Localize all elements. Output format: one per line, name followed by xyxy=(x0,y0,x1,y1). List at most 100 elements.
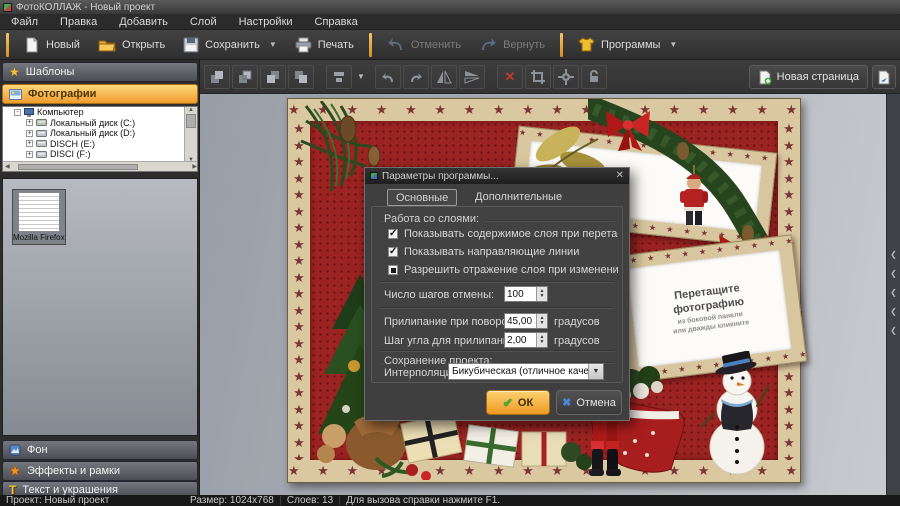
flip-horizontal-button[interactable] xyxy=(431,65,457,89)
menu-help[interactable]: Справка xyxy=(304,16,369,28)
tab-general[interactable]: Основные xyxy=(387,189,457,206)
menu-edit[interactable]: Правка xyxy=(49,16,108,28)
menu-settings[interactable]: Настройки xyxy=(228,16,304,28)
tree-item-disk-f[interactable]: + DISCI (F:) xyxy=(3,149,197,160)
save-button[interactable]: Сохранить ▼ xyxy=(174,34,286,56)
undo-steps-input[interactable] xyxy=(505,287,536,301)
checkbox-unchecked-icon[interactable] xyxy=(388,265,398,275)
spinner-arrows-icon[interactable]: ▲▼ xyxy=(536,287,547,301)
menu-file[interactable]: Файл xyxy=(0,16,49,28)
status-bar: Проект: Новый проект Размер: 1024x768 Сл… xyxy=(0,495,900,506)
sidebar-section-photos[interactable]: Фотографии xyxy=(2,84,198,104)
checkbox-row-guides[interactable]: Показывать направляющие линии xyxy=(388,246,618,258)
separator-line xyxy=(380,281,614,283)
undo-steps-spinner[interactable]: ▲▼ xyxy=(504,286,548,302)
checkbox-row-drag[interactable]: Показывать содержимое слоя при перетаски… xyxy=(388,228,618,240)
rotate-left-button[interactable] xyxy=(375,65,401,89)
blue-x-icon: ✖ xyxy=(562,396,571,409)
scroll-thumb[interactable] xyxy=(186,114,196,128)
tree-item-computer[interactable]: - Компьютер xyxy=(3,107,197,118)
nutcracker-layer[interactable] xyxy=(587,415,623,477)
page-blue-arrow-icon xyxy=(877,70,891,85)
redo-button[interactable]: Вернуть xyxy=(470,34,554,55)
new-page-icon xyxy=(758,70,772,85)
checkbox-row-mirror[interactable]: Разрешить отражение слоя при изменении е… xyxy=(388,264,618,276)
checkbox-checked-icon[interactable] xyxy=(388,229,398,239)
snap-angle-input[interactable] xyxy=(505,333,536,347)
layer-settings-button[interactable] xyxy=(553,65,579,89)
bring-to-front-button[interactable] xyxy=(204,65,230,89)
menu-layer[interactable]: Слой xyxy=(179,16,228,28)
collapse-icon[interactable]: - xyxy=(14,109,21,116)
status-layers: Слоев: 13 xyxy=(281,495,339,506)
expand-icon[interactable]: + xyxy=(26,119,33,126)
tree-horizontal-scrollbar[interactable]: ◀▶ xyxy=(3,161,198,171)
group-layers: Работа со слоями: xyxy=(382,213,612,225)
open-button[interactable]: Открыть xyxy=(89,34,174,56)
cancel-button[interactable]: ✖ Отмена xyxy=(556,390,622,415)
toolbar-separator xyxy=(369,33,372,57)
align-button[interactable] xyxy=(326,65,352,89)
flip-vertical-button[interactable] xyxy=(459,65,485,89)
menu-add[interactable]: Добавить xyxy=(108,16,179,28)
checkbox-guides-label: Показывать направляющие линии xyxy=(404,246,579,258)
dialog-title-bar[interactable]: Параметры программы... ✕ xyxy=(365,168,629,184)
ok-button[interactable]: ✔ ОК xyxy=(486,390,550,415)
new-page-button[interactable]: Новая страница xyxy=(749,65,868,89)
dialog-close-button[interactable]: ✕ xyxy=(616,171,624,181)
new-button[interactable]: Новый xyxy=(15,34,89,56)
sidebar-section-templates[interactable]: ★ Шаблоны xyxy=(2,62,198,82)
bring-forward-icon xyxy=(237,69,253,85)
align-dropdown-caret[interactable]: ▼ xyxy=(357,72,365,81)
page-options-button[interactable] xyxy=(872,65,896,89)
dropdown-arrow-icon[interactable]: ▼ xyxy=(588,364,603,379)
tree-item-disk-e[interactable]: + DISCH (E:) xyxy=(3,139,197,150)
send-to-back-button[interactable] xyxy=(288,65,314,89)
chevron-left-icon: ❮ xyxy=(890,326,897,335)
crop-button[interactable] xyxy=(525,65,551,89)
bring-forward-button[interactable] xyxy=(232,65,258,89)
photo-thumbnail[interactable]: Mozilla Firefox... xyxy=(12,189,66,245)
programs-button[interactable]: Программы ▼ xyxy=(569,34,686,55)
background-icon xyxy=(9,444,21,456)
sidebar-section-effects[interactable]: Эффекты и рамки xyxy=(2,461,198,481)
interpolation-dropdown[interactable]: Бикубическая (отличное качество) ▼ xyxy=(448,363,604,380)
programs-dropdown-caret[interactable]: ▼ xyxy=(669,40,677,49)
scroll-thumb[interactable] xyxy=(18,164,138,170)
snap-rotate-spinner[interactable]: ▲▼ xyxy=(504,313,548,329)
dialog-title: Параметры программы... xyxy=(382,171,499,182)
delete-layer-button[interactable]: ✕ xyxy=(497,65,523,89)
tree-vertical-scrollbar[interactable]: ▲▼ xyxy=(184,107,197,163)
templates-label: Шаблоны xyxy=(26,66,75,78)
expand-icon[interactable]: + xyxy=(26,151,33,158)
undo-icon xyxy=(387,37,405,52)
tab-additional[interactable]: Дополнительные xyxy=(467,189,570,206)
spinner-arrows-icon[interactable]: ▲▼ xyxy=(536,333,547,347)
ok-label: ОК xyxy=(518,397,533,409)
right-panel-handle[interactable]: ❮ ❮ ❮ ❮ ❮ xyxy=(886,94,900,495)
send-backward-icon xyxy=(265,69,281,85)
tree-item-disk-d[interactable]: + Локальный диск (D:) xyxy=(3,128,197,139)
snap-rotate-input[interactable] xyxy=(505,314,536,328)
redo-button-label: Вернуть xyxy=(503,39,545,51)
lock-layer-button[interactable] xyxy=(581,65,607,89)
send-backward-button[interactable] xyxy=(260,65,286,89)
checkbox-checked-icon[interactable] xyxy=(388,247,398,257)
snap-angle-spinner[interactable]: ▲▼ xyxy=(504,332,548,348)
rotate-right-button[interactable] xyxy=(403,65,429,89)
main-toolbar: Новый Открыть Сохранить ▼ Печать Отменит… xyxy=(0,30,900,60)
print-button[interactable]: Печать xyxy=(286,34,363,56)
spinner-arrows-icon[interactable]: ▲▼ xyxy=(536,314,547,328)
chevron-left-icon: ❮ xyxy=(890,250,897,259)
tree-item-disk-c[interactable]: + Локальный диск (C:) xyxy=(3,118,197,129)
santa-ornament-layer[interactable] xyxy=(671,165,717,231)
save-dropdown-caret[interactable]: ▼ xyxy=(269,40,277,49)
expand-icon[interactable]: + xyxy=(26,130,33,137)
undo-button[interactable]: Отменить xyxy=(378,34,470,55)
app-icon xyxy=(3,3,12,12)
expand-icon[interactable]: + xyxy=(26,140,33,147)
toolbar-separator xyxy=(6,33,9,57)
snowman-layer[interactable] xyxy=(701,351,776,477)
rotate-left-icon xyxy=(380,70,396,84)
sidebar-section-background[interactable]: Фон xyxy=(2,440,198,460)
